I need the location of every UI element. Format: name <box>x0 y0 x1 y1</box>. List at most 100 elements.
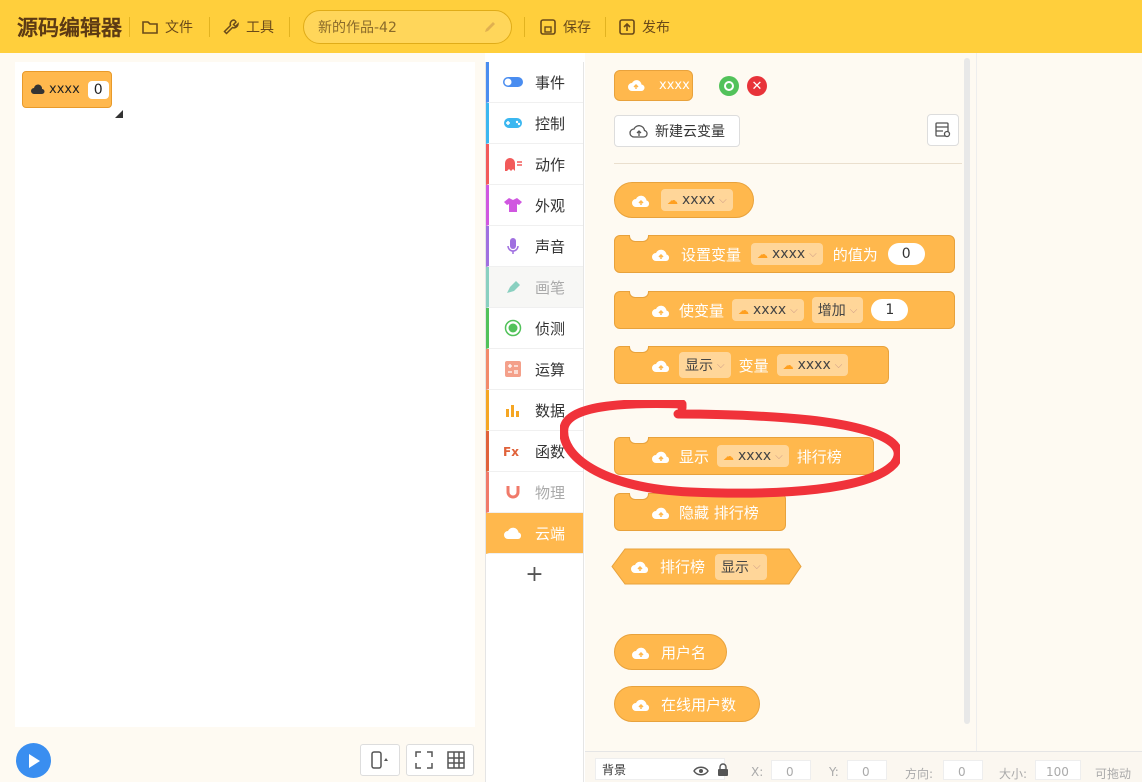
pencil-icon <box>485 22 495 32</box>
file-menu-button[interactable]: 文件 <box>141 16 193 38</box>
set-variable-block[interactable]: 设置变量 ☁ xxxx ⌵ 的值为 0 <box>614 235 955 273</box>
category-sensing[interactable]: 侦测 <box>486 308 583 349</box>
draggable-label: 可拖动 <box>1095 767 1132 781</box>
variable-dropdown[interactable]: ☁ xxxx ⌵ <box>717 445 789 467</box>
show-variable-block[interactable]: 显示 ⌵ 变量 ☁ xxxx ⌵ <box>614 346 889 384</box>
fullscreen-icon[interactable] <box>415 751 433 769</box>
save-button[interactable]: 保存 <box>539 16 591 38</box>
chevron-down-icon: ⌵ <box>775 450 783 462</box>
leaderboard-label: 排行榜 <box>660 558 706 576</box>
bar-chart-icon <box>503 402 523 418</box>
cloud-icon: ☁ <box>782 358 794 372</box>
show-leaderboard-block[interactable]: 显示 ☁ xxxx ⌵ 排行榜 <box>614 437 874 475</box>
new-cloud-variable-button[interactable]: 新建云变量 <box>614 115 740 147</box>
cloud-variable-block[interactable]: xxxx <box>614 70 693 101</box>
add-extension-button[interactable]: + <box>486 554 583 594</box>
show-variable-eye-icon[interactable] <box>719 76 739 96</box>
palette-scrollbar[interactable] <box>964 58 970 724</box>
highlighter-icon <box>503 279 523 295</box>
value-is-label: 的值为 <box>832 245 878 264</box>
stage-canvas[interactable] <box>15 62 475 727</box>
y-label: Y: <box>829 765 839 779</box>
category-list: 事件 控制 动作 外观 声音 画笔 侦测 运算 数据 Fx 函数 物理 云端 + <box>485 62 584 782</box>
visibility-eye-icon[interactable] <box>693 765 709 777</box>
gamepad-icon <box>503 115 523 131</box>
show-label: 显示 <box>679 447 710 466</box>
chevron-down-icon: ⌵ <box>809 248 817 260</box>
cloud-upload-icon <box>632 699 650 711</box>
category-label: 事件 <box>535 73 566 92</box>
variable-dropdown-value: xxxx <box>753 302 787 318</box>
variable-dropdown[interactable]: ☁ xxxx ⌵ <box>661 189 733 211</box>
variable-dropdown[interactable]: ☁ xxxx ⌵ <box>732 299 804 321</box>
cloud-icon <box>31 83 45 94</box>
run-button[interactable] <box>16 743 51 778</box>
category-cloud[interactable]: 云端 <box>486 513 583 554</box>
category-events[interactable]: 事件 <box>486 62 583 103</box>
category-label: 动作 <box>535 155 566 174</box>
category-label: 函数 <box>535 442 566 461</box>
cloud-upload-icon <box>632 195 650 207</box>
change-variable-block[interactable]: 使变量 ☁ xxxx ⌵ 增加 ⌵ 1 <box>614 291 955 329</box>
change-value-input[interactable]: 1 <box>871 299 909 321</box>
code-workspace[interactable] <box>976 53 1142 751</box>
device-toggle-button[interactable] <box>360 744 400 776</box>
toolbar-divider <box>209 17 210 37</box>
y-input[interactable]: 0 <box>847 760 887 780</box>
online-users-reporter-block[interactable]: 在线用户数 <box>614 686 760 722</box>
chevron-down-icon: ⌵ <box>753 561 761 572</box>
category-pen[interactable]: 画笔 <box>486 267 583 308</box>
size-input[interactable]: 100 <box>1035 760 1081 780</box>
app-logo: 源码编辑器 <box>17 16 122 40</box>
save-label: 保存 <box>563 20 591 36</box>
show-hide-dropdown[interactable]: 显示 ⌵ <box>679 352 731 378</box>
direction-label: 方向: <box>905 767 934 781</box>
monitor-resize-handle[interactable] <box>115 110 123 118</box>
category-control[interactable]: 控制 <box>486 103 583 144</box>
function-icon: Fx <box>503 443 523 459</box>
category-label: 画笔 <box>535 278 566 297</box>
chevron-down-icon: ⌵ <box>834 359 843 371</box>
x-input[interactable]: 0 <box>771 760 811 780</box>
monitor-value: 0 <box>87 80 109 99</box>
variable-dropdown[interactable]: ☁ xxxx ⌵ <box>776 354 849 376</box>
lock-icon[interactable] <box>717 763 729 777</box>
leaderboard-state-dropdown[interactable]: 显示 ⌵ <box>715 553 767 580</box>
username-label: 用户名 <box>661 643 707 662</box>
direction-input[interactable]: 0 <box>943 760 983 780</box>
username-reporter-block[interactable]: 用户名 <box>614 634 727 670</box>
cloud-upload-icon <box>652 451 670 463</box>
tools-menu-button[interactable]: 工具 <box>222 16 274 38</box>
category-motion[interactable]: 动作 <box>486 144 583 185</box>
variable-manager-button[interactable] <box>927 114 959 146</box>
cloud-upload-icon <box>652 360 670 372</box>
cloud-upload-icon <box>632 647 650 659</box>
cloud-upload-icon <box>652 507 670 519</box>
leaderboard-boolean-block[interactable]: 排行榜 显示 ⌵ <box>630 548 767 585</box>
hide-leaderboard-label: 隐藏 排行榜 <box>679 503 759 522</box>
project-title-text: 新的作品-42 <box>318 20 397 36</box>
delete-variable-icon[interactable]: ✕ <box>747 76 767 96</box>
set-value-input[interactable]: 0 <box>887 243 925 265</box>
category-operators[interactable]: 运算 <box>486 349 583 390</box>
cloud-variable-reporter-block[interactable]: ☁ xxxx ⌵ <box>614 182 754 218</box>
play-icon <box>28 753 40 768</box>
category-sound[interactable]: 声音 <box>486 226 583 267</box>
variable-dropdown-value: xxxx <box>738 448 772 464</box>
magnet-icon <box>503 484 523 500</box>
operation-dropdown[interactable]: 增加 ⌵ <box>811 297 864 323</box>
project-title-input[interactable]: 新的作品-42 <box>303 10 512 44</box>
category-looks[interactable]: 外观 <box>486 185 583 226</box>
leaderboard-state-value: 显示 <box>721 559 750 576</box>
publish-label: 发布 <box>642 20 670 36</box>
variable-monitor[interactable]: xxxx 0 <box>22 71 112 108</box>
online-users-label: 在线用户数 <box>661 695 737 714</box>
publish-button[interactable]: 发布 <box>618 16 670 38</box>
grid-icon[interactable] <box>447 751 465 769</box>
hide-leaderboard-block[interactable]: 隐藏 排行榜 <box>614 493 786 531</box>
category-physics[interactable]: 物理 <box>486 472 583 513</box>
category-data[interactable]: 数据 <box>486 390 583 431</box>
category-functions[interactable]: Fx 函数 <box>486 431 583 472</box>
leaderboard-label: 排行榜 <box>796 447 842 466</box>
variable-dropdown[interactable]: ☁ xxxx ⌵ <box>751 243 823 265</box>
